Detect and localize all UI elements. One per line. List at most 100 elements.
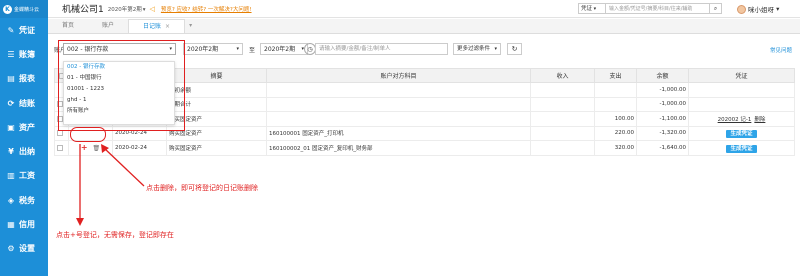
refresh-icon[interactable]: ↻ bbox=[507, 43, 522, 55]
balance-cell: -1,000.00 bbox=[636, 96, 689, 112]
logo-text: 金蝶精斗云 bbox=[14, 6, 40, 13]
expense-cell: 220.00 bbox=[594, 125, 637, 141]
bell-icon: ◁ bbox=[149, 4, 155, 13]
balance-cell: -1,640.00 bbox=[636, 140, 689, 156]
expense-header: 支出 bbox=[594, 68, 637, 83]
sidebar: K 金蝶精斗云 ✎ 凭证 ☰ 账簿 ▤ 报表 ⟳ 结账 ▣ 资产 ¥ 出纳 ▥ 工资 ◈ 税务 … bbox=[0, 0, 48, 276]
period-select[interactable]: 2020年第2期 bbox=[108, 5, 146, 13]
close-icon[interactable]: × bbox=[165, 23, 170, 30]
delete-annotation: 点击删除，即可将登记的日记账删除 bbox=[146, 184, 258, 192]
report-icon: ▤ bbox=[7, 74, 15, 84]
logo-mark-icon: K bbox=[3, 4, 12, 14]
keyword-input[interactable]: 请输入摘要/金额/备注/制单人 bbox=[315, 43, 448, 55]
checkbox[interactable] bbox=[57, 144, 63, 151]
voucher-cell: 202002 记-1 删除 bbox=[688, 111, 795, 127]
sidebar-item-settings[interactable]: ⚙ 设置 bbox=[0, 237, 48, 261]
sidebar-item-ledger[interactable]: ☰ 账簿 bbox=[0, 42, 48, 66]
tax-icon: ◈ bbox=[7, 195, 15, 205]
sidebar-item-label: 出纳 bbox=[19, 147, 35, 157]
account-select[interactable]: 002 - 银行存款 ▾ bbox=[63, 43, 176, 55]
ledger-icon: ☰ bbox=[7, 49, 15, 59]
search-icon[interactable]: ⌕ bbox=[710, 3, 722, 14]
tab-journal[interactable]: 日记账 × bbox=[128, 19, 186, 33]
account-dropdown: 002 - 银行存款 01 - 中国银行 01001 - 1223 ghd - … bbox=[63, 61, 175, 125]
sidebar-item-label: 工资 bbox=[19, 171, 35, 181]
generate-voucher-button[interactable]: 生成凭证 bbox=[726, 144, 757, 153]
voucher-cell: 生成凭证 bbox=[688, 140, 795, 156]
sidebar-item-label: 资产 bbox=[19, 122, 35, 132]
summary-cell: 购买固定资产 bbox=[166, 125, 267, 141]
search-input[interactable]: 输入金额/凭证号/摘要/科目/往来/辅助 bbox=[606, 3, 710, 14]
date-cell: 2020-02-24 bbox=[112, 140, 167, 156]
sidebar-item-label: 税务 bbox=[19, 195, 35, 205]
user-menu[interactable]: 咪小姐呀 ▾ bbox=[737, 4, 779, 14]
sidebar-item-label: 信用 bbox=[19, 220, 35, 230]
sidebar-item-label: 账簿 bbox=[19, 49, 35, 59]
tab-more-icon[interactable]: ▾ bbox=[189, 19, 192, 33]
date-from-select[interactable]: 2020年2期 ▾ bbox=[183, 43, 243, 55]
chevron-down-icon: ▾ bbox=[236, 46, 239, 52]
balance-cell: -1,320.00 bbox=[636, 125, 689, 141]
generate-voucher-button[interactable]: 生成凭证 bbox=[726, 130, 757, 139]
trash-icon[interactable]: 🗑 bbox=[93, 145, 101, 152]
sidebar-item-assets[interactable]: ▣ 资产 bbox=[0, 115, 48, 139]
sidebar-item-credit[interactable]: ▦ 信用 bbox=[0, 212, 48, 236]
sidebar-item-label: 设置 bbox=[19, 244, 35, 254]
chevron-down-icon: ▾ bbox=[494, 46, 497, 52]
global-search: 凭证 输入金额/凭证号/摘要/科目/往来/辅助 ⌕ bbox=[578, 3, 722, 14]
promo-link[interactable]: 预览? 应收? 结转? 一次解决?大问题! bbox=[161, 5, 252, 13]
chevron-down-icon: ▾ bbox=[774, 5, 780, 13]
account-cell: 160100002_01 固定资产_复印机_财务部 bbox=[266, 140, 531, 156]
sidebar-item-label: 结账 bbox=[19, 98, 35, 108]
more-filters-select[interactable]: 更多过滤条件 ▾ bbox=[453, 43, 501, 55]
sidebar-item-reports[interactable]: ▤ 报表 bbox=[0, 67, 48, 91]
closing-icon: ⟳ bbox=[7, 98, 15, 108]
balance-header: 余额 bbox=[636, 68, 689, 83]
more-filters-label: 更多过滤条件 bbox=[457, 46, 491, 52]
avatar bbox=[737, 4, 746, 14]
dropdown-option[interactable]: 所有账户 bbox=[64, 106, 174, 117]
account-select-value: 002 - 银行存款 bbox=[67, 46, 109, 53]
company-name: 机械公司1 bbox=[62, 5, 104, 15]
date-to-value: 2020年2期 bbox=[264, 46, 296, 53]
sidebar-nav: ✎ 凭证 ☰ 账簿 ▤ 报表 ⟳ 结账 ▣ 资产 ¥ 出纳 ▥ 工资 ◈ 税务 ▦ 信用 ⚙ 设置 bbox=[0, 18, 48, 261]
dropdown-option[interactable]: 01 - 中国银行 bbox=[64, 73, 174, 84]
summary-cell: 购买固定资产 bbox=[166, 140, 267, 156]
account-cell: 160100001 固定资产_打印机 bbox=[266, 125, 531, 141]
expense-cell: 320.00 bbox=[594, 140, 637, 156]
add-annotation: 点击+号登记，无需保存，登记即存在 bbox=[56, 231, 174, 239]
sidebar-item-payroll[interactable]: ▥ 工资 bbox=[0, 164, 48, 188]
dropdown-option[interactable]: 01001 - 1223 bbox=[64, 84, 174, 95]
voucher-header: 凭证 bbox=[688, 68, 795, 83]
app-logo[interactable]: K 金蝶精斗云 bbox=[0, 0, 48, 18]
income-header: 收入 bbox=[530, 68, 595, 83]
summary-cell: 本期合计 bbox=[166, 96, 267, 112]
sidebar-item-cashier[interactable]: ¥ 出纳 bbox=[0, 139, 48, 163]
dropdown-option[interactable]: ghd - 1 bbox=[64, 95, 174, 106]
delete-voucher-link[interactable]: 删除 bbox=[754, 117, 765, 123]
date-to-select[interactable]: 2020年2期 ▾ bbox=[260, 43, 308, 55]
sidebar-item-label: 报表 bbox=[19, 74, 35, 84]
cashier-icon: ¥ bbox=[8, 147, 14, 157]
credit-icon: ▦ bbox=[7, 220, 15, 230]
table-row: + 🗑 2020-02-24 购买固定资产 160100002_01 固定资产_复… bbox=[54, 140, 795, 156]
tab-account[interactable]: 账户 bbox=[88, 19, 128, 33]
sidebar-item-tax[interactable]: ◈ 税务 bbox=[0, 188, 48, 212]
tab-home[interactable]: 首页 bbox=[48, 19, 88, 33]
sidebar-item-voucher[interactable]: ✎ 凭证 bbox=[0, 18, 48, 42]
payroll-icon: ▥ bbox=[7, 171, 15, 181]
to-label: 至 bbox=[249, 47, 256, 54]
tab-label: 日记账 bbox=[143, 23, 162, 30]
dropdown-option[interactable]: 002 - 银行存款 bbox=[64, 62, 174, 73]
help-link[interactable]: 常见问题 bbox=[770, 46, 792, 54]
user-name: 咪小姐呀 bbox=[748, 6, 774, 14]
date-from-value: 2020年2期 bbox=[187, 46, 219, 53]
search-type-select[interactable]: 凭证 bbox=[578, 3, 606, 14]
sidebar-item-closing[interactable]: ⟳ 结账 bbox=[0, 91, 48, 115]
checkbox[interactable] bbox=[57, 130, 63, 136]
chevron-down-icon: ▾ bbox=[169, 46, 172, 52]
row-actions: + 🗑 bbox=[68, 140, 113, 156]
balance-cell: -1,100.00 bbox=[636, 111, 689, 127]
voucher-link[interactable]: 202002 记-1 bbox=[718, 117, 752, 123]
add-row-button[interactable]: + bbox=[81, 143, 88, 152]
